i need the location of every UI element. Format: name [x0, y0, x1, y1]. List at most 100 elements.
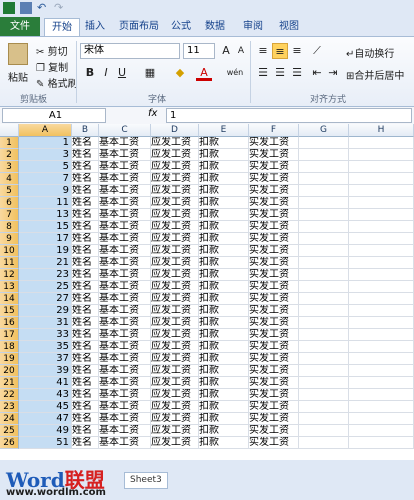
align-bottom-icon[interactable]: ≡	[289, 43, 305, 59]
cell-a[interactable]: 27	[19, 293, 72, 304]
row-header[interactable]: 18	[0, 341, 19, 353]
cell-empty[interactable]	[299, 257, 349, 268]
cell-d[interactable]: 应发工资	[151, 173, 199, 184]
cell-e[interactable]: 扣款	[199, 293, 249, 304]
cell-empty[interactable]	[299, 437, 349, 448]
cell-e[interactable]: 扣款	[199, 305, 249, 316]
cell-empty[interactable]	[349, 353, 414, 364]
cell-b[interactable]: 姓名	[72, 425, 99, 436]
cell-c[interactable]: 基本工资	[99, 269, 151, 280]
cell-c[interactable]: 基本工资	[99, 353, 151, 364]
cell-empty[interactable]	[349, 173, 414, 184]
cell-d[interactable]: 应发工资	[151, 329, 199, 340]
cell-a[interactable]: 5	[19, 161, 72, 172]
column-header-h[interactable]: H	[349, 124, 414, 137]
cell-e[interactable]: 扣款	[199, 425, 249, 436]
cell-c[interactable]: 基本工资	[99, 293, 151, 304]
cell-e[interactable]: 扣款	[199, 437, 249, 448]
cell-e[interactable]: 扣款	[199, 389, 249, 400]
underline-button[interactable]: U	[114, 65, 130, 81]
cell-d[interactable]: 应发工资	[151, 233, 199, 244]
cell-f[interactable]: 实发工资	[249, 209, 299, 220]
cell-a[interactable]: 15	[19, 221, 72, 232]
cell-b[interactable]: 姓名	[72, 317, 99, 328]
cell-b[interactable]: 姓名	[72, 413, 99, 424]
cell-empty[interactable]	[349, 281, 414, 292]
column-header-e[interactable]: E	[199, 124, 249, 137]
bold-button[interactable]: B	[82, 65, 98, 81]
cell-empty[interactable]	[299, 281, 349, 292]
italic-button[interactable]: I	[98, 65, 114, 81]
cell-b[interactable]: 姓名	[72, 365, 99, 376]
cell-d[interactable]: 应发工资	[151, 269, 199, 280]
cell-e[interactable]: 扣款	[199, 257, 249, 268]
cell-empty[interactable]	[299, 137, 349, 148]
cell-c[interactable]: 基本工资	[99, 401, 151, 412]
cell-empty[interactable]	[349, 341, 414, 352]
decrease-indent-icon[interactable]: ⇤	[309, 65, 325, 81]
border-icon[interactable]: ▦	[142, 65, 158, 81]
row-header[interactable]: 4	[0, 173, 19, 185]
cell-c[interactable]: 基本工资	[99, 185, 151, 196]
cell-c[interactable]: 基本工资	[99, 413, 151, 424]
cell-empty[interactable]	[349, 257, 414, 268]
shrink-font-icon[interactable]: A	[233, 43, 249, 59]
row-header[interactable]: 21	[0, 377, 19, 389]
cell-f[interactable]: 实发工资	[249, 377, 299, 388]
row-header[interactable]: 23	[0, 401, 19, 413]
cell-b[interactable]: 姓名	[72, 305, 99, 316]
cell-d[interactable]: 应发工资	[151, 185, 199, 196]
grow-font-icon[interactable]: A	[218, 43, 234, 59]
font-size-select[interactable]: 11	[183, 43, 215, 59]
cell-empty[interactable]	[349, 197, 414, 208]
row-header[interactable]: 24	[0, 413, 19, 425]
cell-b[interactable]: 姓名	[72, 173, 99, 184]
cell-d[interactable]: 应发工资	[151, 353, 199, 364]
cell-c[interactable]: 基本工资	[99, 245, 151, 256]
cell-c[interactable]: 基本工资	[99, 425, 151, 436]
row-header[interactable]: 7	[0, 209, 19, 221]
cell-empty[interactable]	[299, 305, 349, 316]
cell-e[interactable]: 扣款	[199, 281, 249, 292]
cell-empty[interactable]	[299, 149, 349, 160]
cell-d[interactable]: 应发工资	[151, 161, 199, 172]
cell-a[interactable]: 39	[19, 365, 72, 376]
cell-b[interactable]: 姓名	[72, 149, 99, 160]
worksheet-grid[interactable]: A B C D E F G H 1 1 姓名 基本工资 应发工资 扣款 实发工资 2 3 姓名 基本…	[0, 124, 414, 460]
cell-a[interactable]: 7	[19, 173, 72, 184]
cell-f[interactable]: 实发工资	[249, 233, 299, 244]
cell-e[interactable]: 扣款	[199, 365, 249, 376]
paste-icon[interactable]	[8, 43, 28, 65]
cell-c[interactable]: 基本工资	[99, 209, 151, 220]
tab-home[interactable]: 开始	[44, 18, 80, 36]
cell-e[interactable]: 扣款	[199, 233, 249, 244]
cell-c[interactable]: 基本工资	[99, 377, 151, 388]
formula-input[interactable]: 1	[166, 108, 412, 123]
cell-empty[interactable]	[349, 245, 414, 256]
cell-empty[interactable]	[299, 341, 349, 352]
align-right-icon[interactable]: ☰	[289, 65, 305, 81]
cell-d[interactable]: 应发工资	[151, 305, 199, 316]
column-header-c[interactable]: C	[99, 124, 151, 137]
tab-insert[interactable]: 插入	[82, 18, 108, 35]
cell-e[interactable]: 扣款	[199, 269, 249, 280]
cell-f[interactable]: 实发工资	[249, 245, 299, 256]
cell-empty[interactable]	[349, 149, 414, 160]
cell-b[interactable]: 姓名	[72, 377, 99, 388]
align-middle-icon[interactable]: ≡	[272, 43, 288, 59]
tab-page-layout[interactable]: 页面布局	[114, 18, 164, 35]
cell-a[interactable]: 31	[19, 317, 72, 328]
cell-f[interactable]: 实发工资	[249, 221, 299, 232]
cell-d[interactable]: 应发工资	[151, 413, 199, 424]
cell-d[interactable]: 应发工资	[151, 221, 199, 232]
cell-f[interactable]: 实发工资	[249, 425, 299, 436]
cell-empty[interactable]	[349, 329, 414, 340]
cell-a[interactable]: 35	[19, 341, 72, 352]
row-header[interactable]: 9	[0, 233, 19, 245]
row-header[interactable]: 12	[0, 269, 19, 281]
cell-a[interactable]: 29	[19, 305, 72, 316]
fill-color-icon[interactable]: ◆	[172, 65, 188, 81]
row-header[interactable]: 11	[0, 257, 19, 269]
save-icon[interactable]	[20, 2, 32, 14]
cell-b[interactable]: 姓名	[72, 185, 99, 196]
